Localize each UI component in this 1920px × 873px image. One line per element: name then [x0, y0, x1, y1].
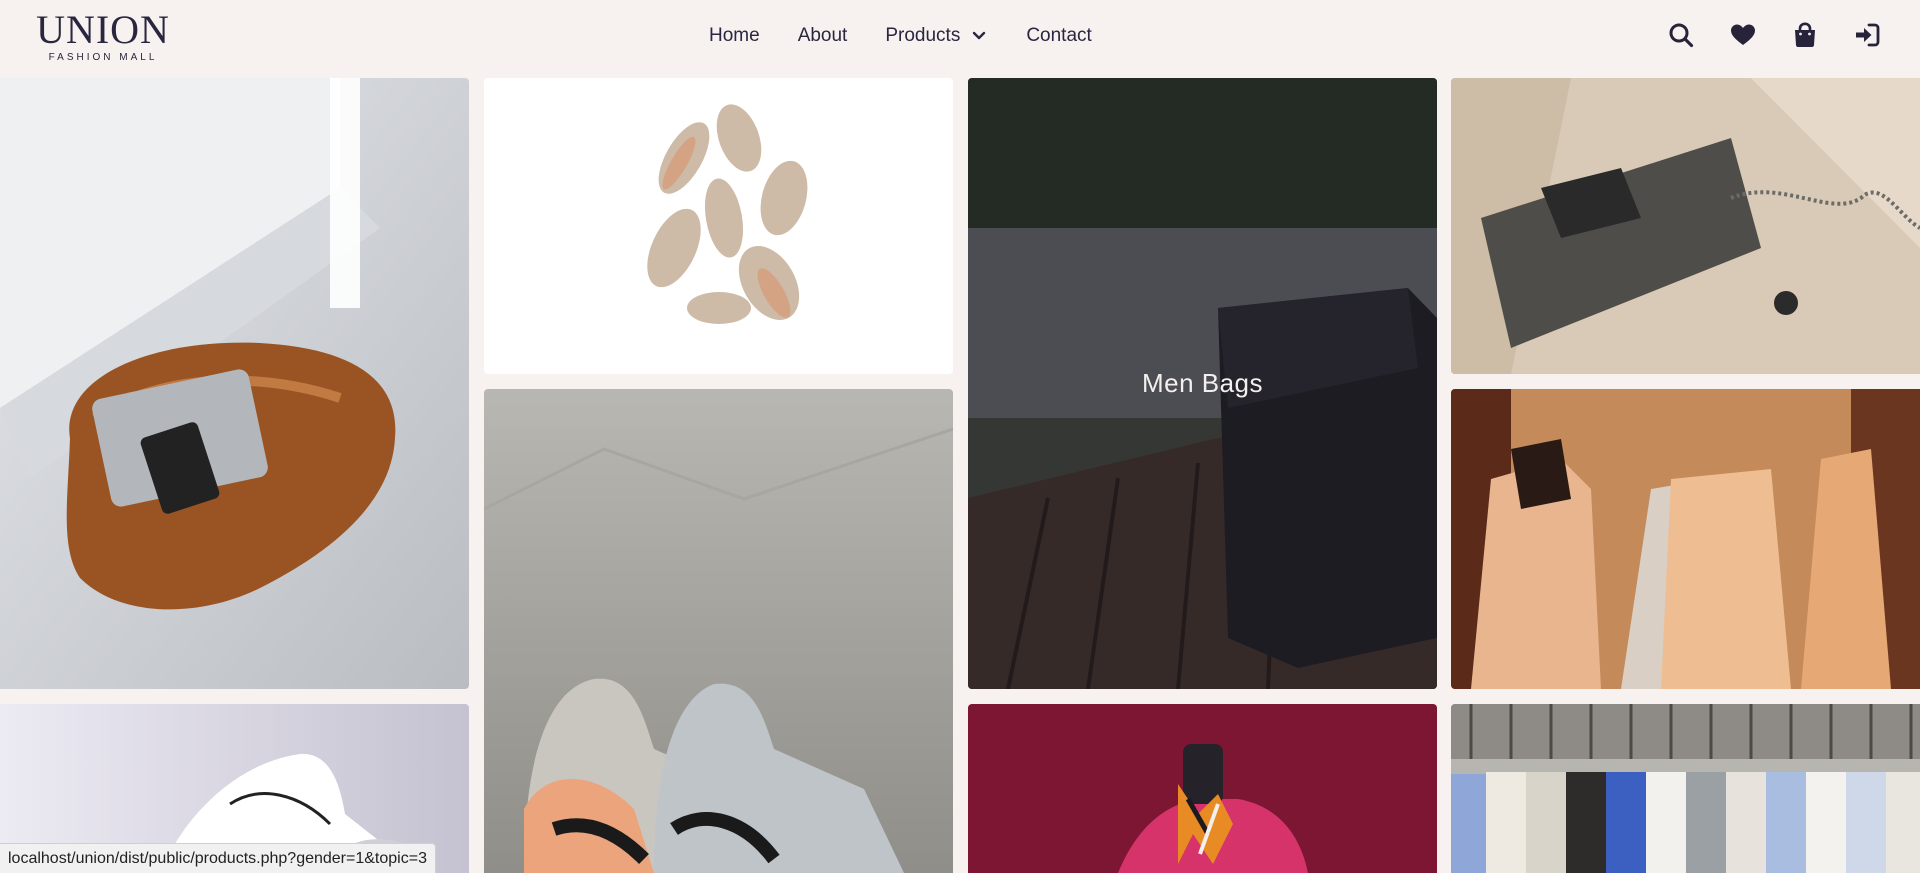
product-tile-dresses[interactable] [1451, 389, 1920, 689]
product-tile-men-bags[interactable]: Men Bags [968, 78, 1437, 689]
brand-tagline: FASHION MALL [48, 52, 158, 63]
product-tile-duffel-bag[interactable] [0, 78, 469, 689]
heels-image [484, 78, 953, 374]
shirts-image [1451, 704, 1920, 873]
nav-products-dropdown[interactable]: Products [885, 25, 986, 47]
chevron-down-icon [972, 31, 986, 41]
header-actions [1666, 20, 1882, 50]
brand-logo[interactable]: UNION FASHION MALL [28, 7, 178, 64]
site-header: UNION FASHION MALL Home About Products C… [0, 0, 1920, 72]
search-icon[interactable] [1666, 20, 1696, 50]
nav-home-link[interactable]: Home [709, 25, 760, 47]
duffel-bag-image [0, 78, 469, 689]
product-tile-sneakers[interactable] [484, 389, 953, 873]
product-tile-handbag[interactable] [1451, 78, 1920, 374]
nav-contact-link[interactable]: Contact [1026, 25, 1091, 47]
nav-products-label: Products [885, 25, 961, 46]
handbag-image [1451, 78, 1920, 374]
sign-in-icon[interactable] [1852, 20, 1882, 50]
product-tile-heels[interactable] [484, 78, 953, 374]
heart-icon[interactable] [1728, 20, 1758, 50]
main-nav: Home About Products Contact [709, 24, 1092, 48]
category-label: Men Bags [1141, 368, 1264, 398]
dresses-image [1451, 389, 1920, 689]
product-tile-scarf[interactable] [968, 704, 1437, 873]
sneakers-image [484, 389, 953, 873]
nav-about-link[interactable]: About [798, 25, 848, 47]
product-tile-shirts[interactable] [1451, 704, 1920, 873]
category-overlay: Men Bags [968, 78, 1437, 689]
status-bar-url: localhost/union/dist/public/products.php… [0, 843, 436, 873]
scarf-image [968, 704, 1437, 873]
brand-name: UNION [36, 7, 170, 52]
shopping-bag-icon[interactable] [1790, 20, 1820, 50]
